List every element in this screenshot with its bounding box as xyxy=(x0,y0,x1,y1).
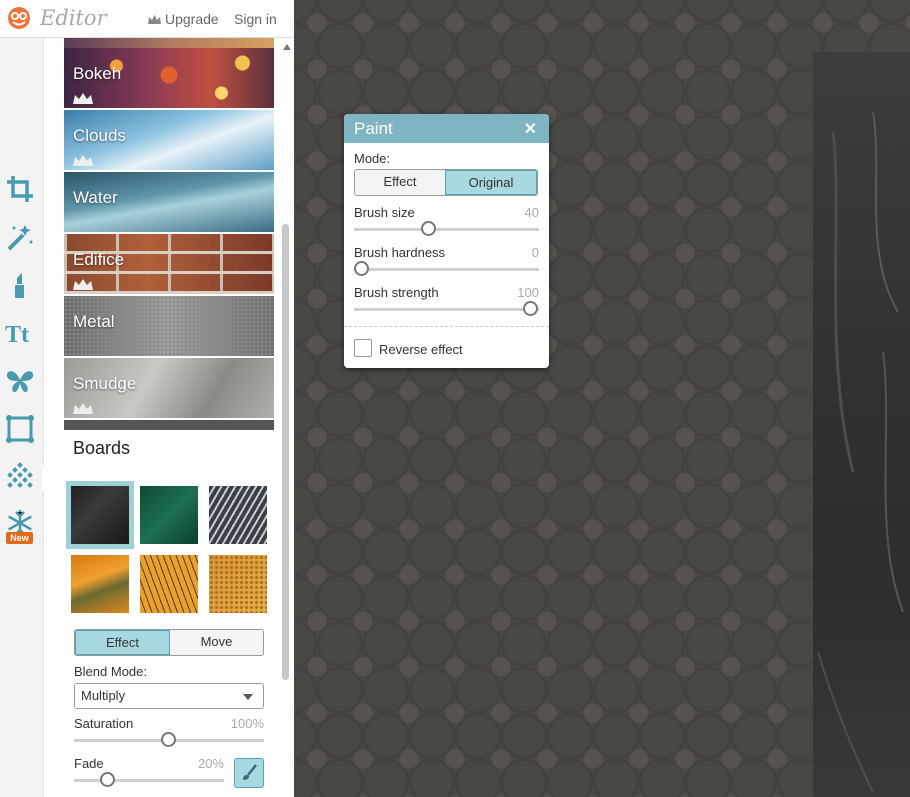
premium-crown-icon xyxy=(73,279,93,290)
frame-icon xyxy=(6,415,34,443)
brush-icon xyxy=(243,764,257,780)
dialog-header[interactable]: Paint ✕ xyxy=(344,114,549,143)
brush-hardness-slider[interactable] xyxy=(354,268,539,271)
chalk-strokes xyxy=(817,111,904,793)
brush-hardness-label: Brush hardness xyxy=(354,245,446,260)
mode-effect-button[interactable]: Effect xyxy=(355,170,445,195)
reverse-effect-label: Reverse effect xyxy=(379,342,463,357)
paint-brush-button[interactable] xyxy=(234,758,264,788)
chevron-down-icon xyxy=(243,694,253,700)
textures-tool[interactable] xyxy=(3,460,37,494)
paint-dialog: Paint ✕ Mode: Effect Original Brush size… xyxy=(344,114,549,368)
divider xyxy=(344,326,549,327)
lipstick-icon xyxy=(15,273,24,298)
texture-tile-edifice[interactable]: Edifice xyxy=(64,234,274,294)
mode-original-button[interactable]: Original xyxy=(445,170,537,195)
overlays-tool[interactable] xyxy=(3,364,37,398)
texture-tile-metal[interactable]: Metal xyxy=(64,296,274,356)
fade-label: Fade xyxy=(74,756,104,771)
texture-tile-smudge[interactable]: Smudge xyxy=(64,358,274,418)
magic-wand-icon xyxy=(7,225,33,251)
saturation-value: 100% xyxy=(230,716,264,731)
crop-tool[interactable] xyxy=(3,172,37,206)
upgrade-label: Upgrade xyxy=(165,11,219,27)
texture-label: Edifice xyxy=(73,250,125,269)
svg-text:Tt: Tt xyxy=(5,322,29,348)
brush-hardness-value: 0 xyxy=(531,245,539,260)
saturation-label: Saturation xyxy=(74,716,134,731)
mode-toggle: Effect Original xyxy=(354,169,538,196)
brush-size-slider[interactable] xyxy=(354,228,539,231)
brush-strength-knob[interactable] xyxy=(523,301,538,316)
texture-tile-water[interactable]: Water xyxy=(64,172,274,232)
premium-crown-icon xyxy=(73,403,93,414)
board-thumb[interactable] xyxy=(140,486,198,544)
texture-icon xyxy=(7,462,33,488)
texture-label: Bokeh xyxy=(73,64,122,83)
crown-icon xyxy=(148,14,161,24)
saturation-knob[interactable] xyxy=(161,732,176,747)
butterfly-icon xyxy=(6,371,34,393)
blend-mode-label: Blend Mode: xyxy=(74,664,147,679)
brush-size-knob[interactable] xyxy=(421,221,436,236)
board-mode-toggle: Effect Move xyxy=(74,629,264,656)
blend-mode-select[interactable]: Multiply xyxy=(74,683,264,709)
effects-tool[interactable] xyxy=(3,220,37,254)
brush-hardness-knob[interactable] xyxy=(354,261,369,276)
fade-value: 20% xyxy=(197,756,224,771)
brush-strength-value: 100 xyxy=(517,285,539,300)
tool-sidebar: Tt New xyxy=(0,38,44,797)
board-thumb[interactable] xyxy=(209,555,267,613)
texture-tile-partial-boards xyxy=(64,420,274,430)
app-title: Editor xyxy=(40,6,107,30)
premium-crown-icon xyxy=(73,93,93,104)
scroll-thumb[interactable] xyxy=(282,224,289,680)
board-thumb[interactable] xyxy=(140,555,198,613)
scroll-up-arrow[interactable] xyxy=(283,44,291,50)
close-icon[interactable]: ✕ xyxy=(524,119,537,139)
upgrade-link[interactable]: Upgrade xyxy=(148,11,219,27)
panel-scrollbar[interactable] xyxy=(280,40,292,797)
mode-label: Mode: xyxy=(354,151,391,166)
brush-strength-label: Brush strength xyxy=(354,285,439,300)
reverse-effect-checkbox[interactable] xyxy=(354,339,372,357)
board-thumb[interactable] xyxy=(71,555,129,613)
board-thumb[interactable] xyxy=(209,486,267,544)
fade-knob[interactable] xyxy=(100,772,115,787)
board-thumb[interactable] xyxy=(71,486,129,544)
texture-tile-bokeh[interactable]: Bokeh xyxy=(64,48,274,108)
texture-panel: Bokeh Clouds Water Edifice Metal Smudge … xyxy=(44,38,294,797)
texture-label: Water xyxy=(73,188,118,207)
touchup-tool[interactable] xyxy=(3,268,37,302)
brush-strength-slider[interactable] xyxy=(354,308,539,311)
frames-tool[interactable] xyxy=(3,412,37,446)
texture-label: Clouds xyxy=(73,126,126,145)
effect-tab[interactable]: Effect xyxy=(75,630,170,655)
dialog-title: Paint xyxy=(354,119,393,138)
signin-link[interactable]: Sign in xyxy=(234,11,277,27)
brush-size-label: Brush size xyxy=(354,205,415,220)
texture-tile-clouds[interactable]: Clouds xyxy=(64,110,274,170)
new-badge: New xyxy=(6,532,33,544)
texture-label: Metal xyxy=(73,312,115,331)
premium-crown-icon xyxy=(73,155,93,166)
logo-icon[interactable] xyxy=(4,6,34,30)
crop-icon xyxy=(7,176,33,202)
boards-title: Boards xyxy=(73,438,131,458)
move-tab[interactable]: Move xyxy=(170,630,263,655)
fade-slider[interactable] xyxy=(74,779,224,782)
brush-size-value: 40 xyxy=(524,205,539,220)
text-tool[interactable]: Tt xyxy=(3,316,37,350)
canvas-image[interactable] xyxy=(813,52,910,797)
texture-label: Smudge xyxy=(73,374,137,393)
blend-mode-value: Multiply xyxy=(81,688,126,703)
text-icon: Tt xyxy=(5,322,29,348)
top-bar: Editor Upgrade Sign in xyxy=(0,0,294,38)
